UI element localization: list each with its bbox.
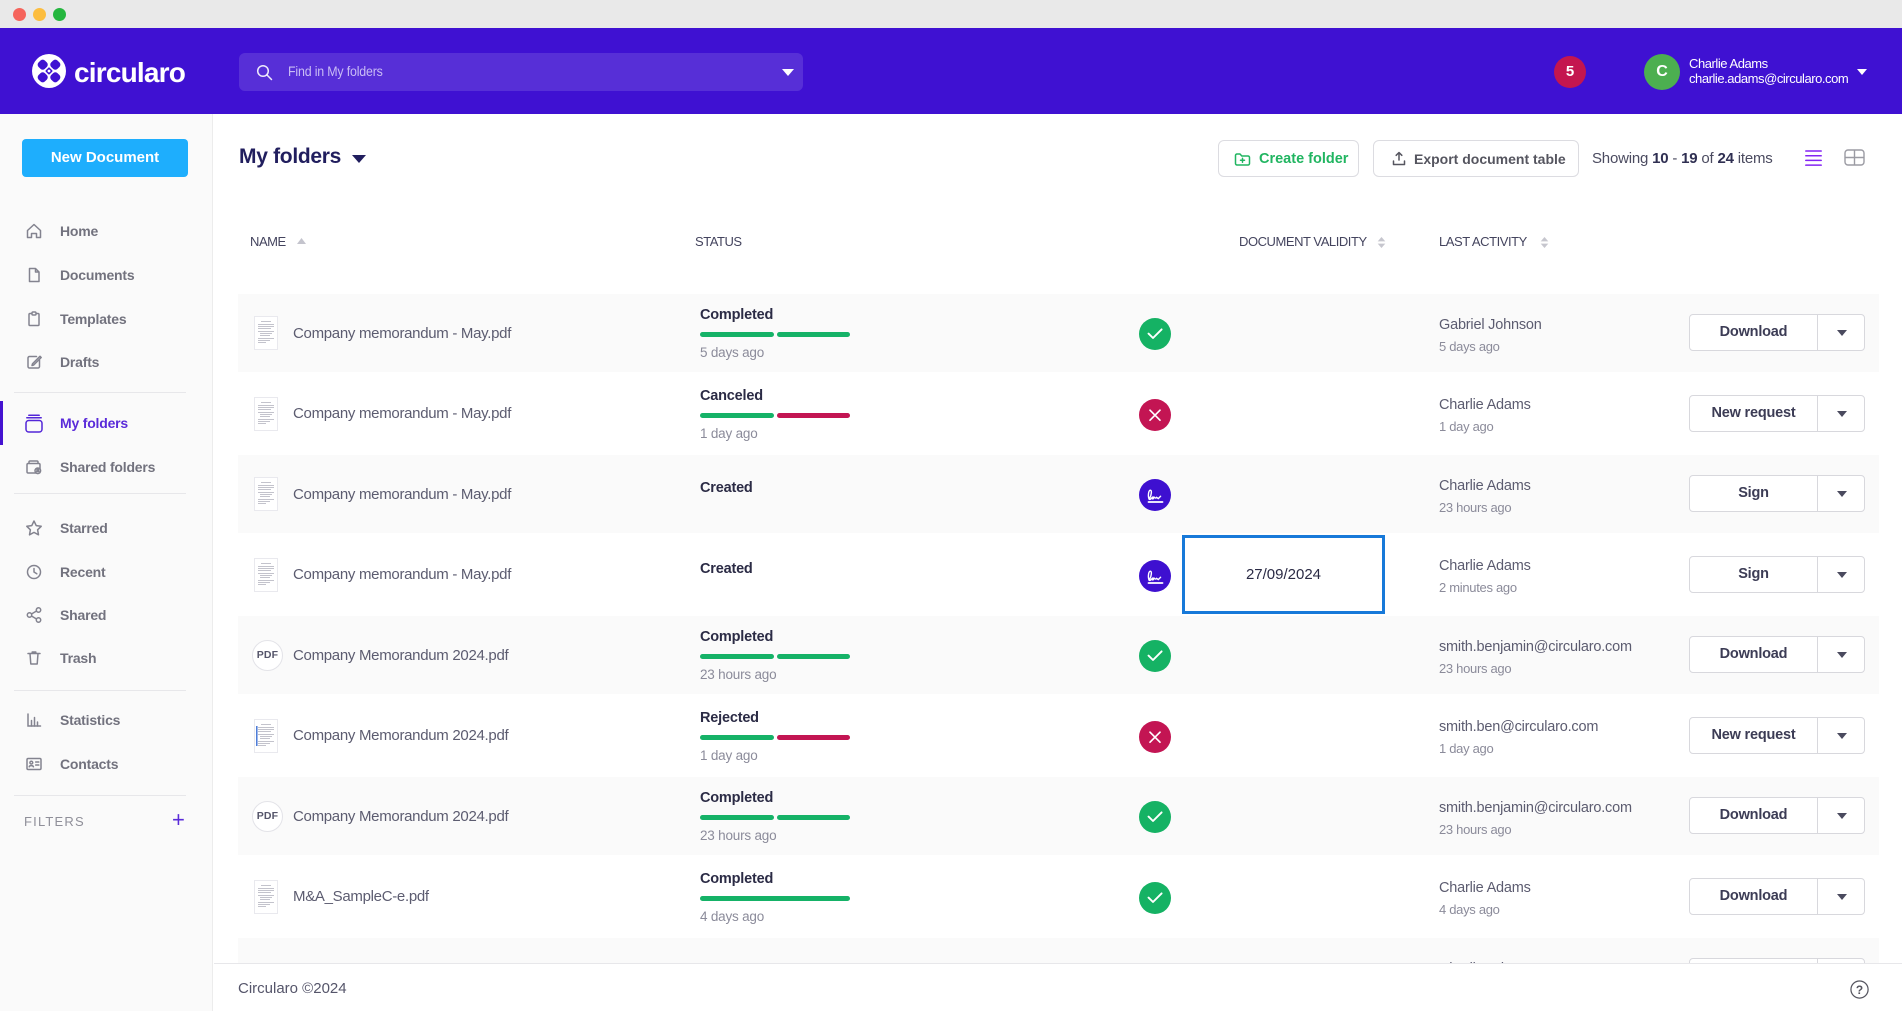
svg-text:?: ? [1856,983,1863,997]
